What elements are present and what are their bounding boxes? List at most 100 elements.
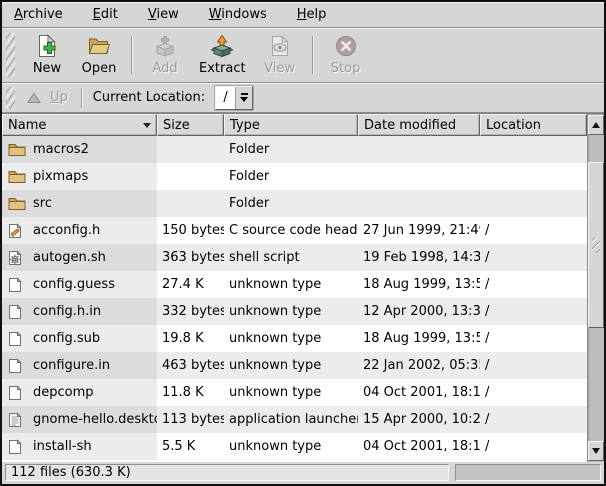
- up-button[interactable]: Up: [21, 87, 74, 108]
- cell-location: /: [480, 433, 587, 460]
- cell-text: 15 Apr 2000, 10:21: [363, 412, 480, 427]
- cell-type: unknown type: [224, 352, 358, 379]
- menu-item-view[interactable]: View: [146, 5, 181, 24]
- table-row[interactable]: acconfig.h 150 bytesC source code header2…: [2, 217, 587, 244]
- progress-bar: [455, 464, 601, 481]
- table-row[interactable]: gnome-hello.desktop113 bytesapplication …: [2, 406, 587, 433]
- cell-size: 11.8 K: [157, 379, 224, 406]
- cell-size: 5.5 K: [157, 433, 224, 460]
- file-script-icon: [8, 250, 26, 266]
- combo-dropdown-button[interactable]: [236, 87, 252, 109]
- table-row[interactable]: autogen.sh363 bytesshell script19 Feb 19…: [2, 244, 587, 271]
- cell-text: /: [485, 250, 489, 265]
- cell-name: config.guess: [2, 271, 157, 298]
- new-button[interactable]: New: [21, 31, 73, 80]
- menu-item-edit[interactable]: Edit: [91, 5, 120, 24]
- cell-date-modified: 27 Jun 1999, 21:49: [358, 217, 480, 244]
- table-row[interactable]: install-sh5.5 Kunknown type04 Oct 2001, …: [2, 433, 587, 460]
- cell-text: 463 bytes: [162, 358, 224, 373]
- open-button[interactable]: Open: [73, 31, 125, 80]
- table-row[interactable]: macros2Folder: [2, 136, 587, 163]
- current-location-value[interactable]: /: [216, 87, 236, 109]
- table-row[interactable]: configure.in 463 bytesunknown type 22 Jan …: [2, 352, 587, 379]
- column-header-date-modified[interactable]: Date modified: [358, 114, 480, 136]
- cell-text: src: [33, 196, 52, 211]
- toolbar: New Open AddExtractView Stop: [2, 28, 604, 83]
- cell-text: unknown type: [229, 385, 321, 400]
- cell-date-modified: 19 Feb 1998, 14:31: [358, 244, 480, 271]
- cell-name: config.sub: [2, 325, 157, 352]
- cell-size: 113 bytes: [157, 406, 224, 433]
- cell-type: Folder: [224, 190, 358, 217]
- cell-text: Folder: [229, 169, 269, 184]
- table-row[interactable]: pixmapsFolder: [2, 163, 587, 190]
- cell-text: /: [485, 358, 489, 373]
- cell-type: unknown type: [224, 298, 358, 325]
- column-header-name[interactable]: Name: [2, 114, 157, 136]
- column-header-label: Size: [163, 118, 190, 133]
- folder-icon: [8, 142, 26, 157]
- column-header-label: Location: [486, 118, 541, 133]
- cell-name: gnome-hello.desktop: [2, 406, 157, 433]
- cell-name: acconfig.h: [2, 217, 157, 244]
- scroll-up-button[interactable]: [588, 115, 604, 135]
- cell-location: /: [480, 244, 587, 271]
- file-text-icon: [8, 412, 26, 428]
- cell-location: [480, 163, 587, 190]
- table-header: Name Size TypeDate modified Location: [2, 114, 587, 136]
- table-row[interactable]: src Folder: [2, 190, 587, 217]
- cell-text: acconfig.h: [33, 223, 100, 238]
- cell-type: unknown type: [224, 271, 358, 298]
- cell-size: 363 bytes: [157, 244, 224, 271]
- current-location-combo[interactable]: /: [215, 86, 253, 110]
- column-header-location[interactable]: Location: [480, 114, 587, 136]
- toolbar-drag-handle[interactable]: [6, 33, 15, 77]
- status-bar: 112 files (630.3 K): [2, 461, 604, 483]
- cell-text: /: [485, 331, 489, 346]
- table-row[interactable]: config.sub19.8 Kunknown type18 Aug 1999,…: [2, 325, 587, 352]
- cell-date-modified: [358, 136, 480, 163]
- menu-item-help[interactable]: Help: [295, 5, 329, 24]
- cell-type: unknown type: [224, 325, 358, 352]
- view-file-icon: [268, 34, 292, 59]
- cell-size: 19.8 K: [157, 325, 224, 352]
- cell-type: C source code header: [224, 217, 358, 244]
- stop-button[interactable]: Stop: [320, 31, 372, 80]
- cell-text: 332 bytes: [162, 304, 224, 319]
- cell-text: Folder: [229, 196, 269, 211]
- cell-location: /: [480, 271, 587, 298]
- cell-size: [157, 136, 224, 163]
- extract-button[interactable]: Extract: [191, 31, 254, 80]
- cell-text: configure.in: [33, 358, 110, 373]
- table-row[interactable]: depcomp11.8 Kunknown type04 Oct 2001, 18…: [2, 379, 587, 406]
- vertical-scrollbar[interactable]: [587, 114, 604, 462]
- view-button[interactable]: View: [254, 31, 306, 80]
- menu-item-archive[interactable]: Archive: [12, 5, 65, 24]
- cell-text: 04 Oct 2001, 18:12: [363, 385, 480, 400]
- column-header-type[interactable]: Type: [224, 114, 358, 136]
- cell-type: Folder: [224, 136, 358, 163]
- cell-text: 22 Jan 2002, 05:35: [363, 358, 480, 373]
- cell-text: unknown type: [229, 331, 321, 346]
- menu-item-windows[interactable]: Windows: [207, 5, 269, 24]
- cell-type: Folder: [224, 163, 358, 190]
- current-location-label: Current Location:: [93, 90, 205, 105]
- column-header-size[interactable]: Size: [157, 114, 224, 136]
- add-files-icon: [153, 34, 177, 59]
- table-row[interactable]: config.guess27.4 Kunknown type18 Aug 199…: [2, 271, 587, 298]
- scroll-down-button[interactable]: [588, 441, 604, 461]
- cell-date-modified: 04 Oct 2001, 18:12: [358, 379, 480, 406]
- tool-button-label: New: [33, 61, 61, 76]
- location-bar-drag-handle[interactable]: [6, 87, 15, 109]
- tool-button-label: Open: [82, 61, 117, 76]
- cell-size: 150 bytes: [157, 217, 224, 244]
- add-button[interactable]: Add: [139, 31, 191, 80]
- scrollbar-thumb[interactable]: [588, 162, 604, 328]
- cell-text: /: [485, 223, 489, 238]
- cell-text: shell script: [229, 250, 300, 265]
- folder-icon: [8, 196, 26, 211]
- cell-text: gnome-hello.desktop: [33, 412, 157, 427]
- table-row[interactable]: config.h.in332 bytesunknown type12 Apr 2…: [2, 298, 587, 325]
- file-plain-icon: [8, 304, 26, 320]
- cell-text: config.guess: [33, 277, 115, 292]
